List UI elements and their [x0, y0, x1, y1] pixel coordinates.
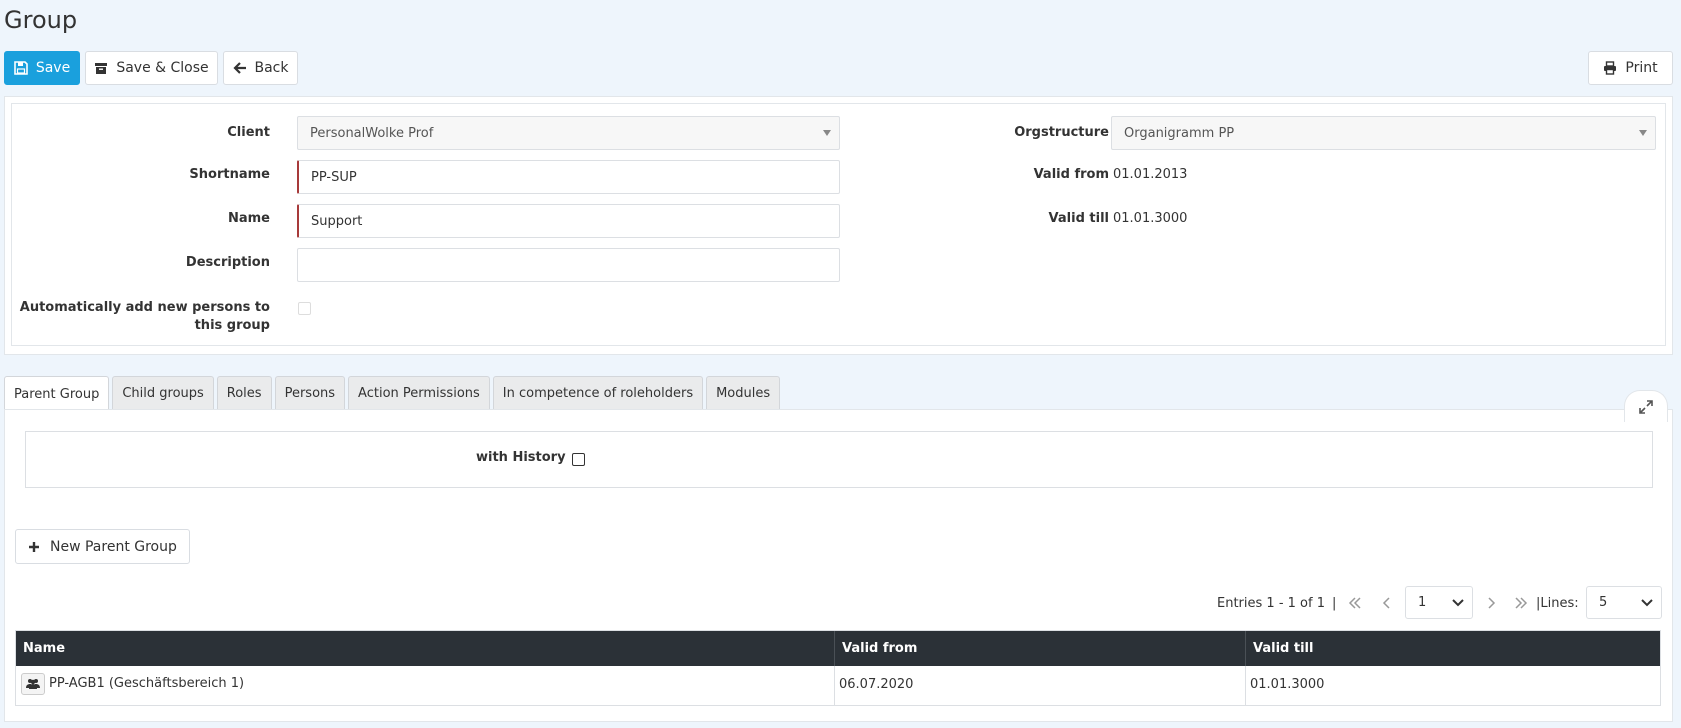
save-close-button-label: Save & Close [116, 60, 209, 76]
page-select-value: 1 [1418, 595, 1427, 610]
orgstructure-value: Organigramm PP [1124, 125, 1235, 141]
tab-child-groups[interactable]: Child groups [112, 376, 214, 410]
shortname-value: PP-SUP [311, 169, 357, 185]
chevron-down-icon [823, 130, 831, 136]
cell-valid-from: 06.07.2020 [835, 666, 1246, 705]
lines-label: |Lines: [1536, 596, 1579, 611]
lines-select-value: 5 [1599, 595, 1608, 610]
client-select[interactable]: PersonalWolke Prof [297, 116, 840, 150]
auto-add-checkbox[interactable] [298, 302, 311, 315]
tab-roles[interactable]: Roles [216, 376, 272, 410]
floppy-disk-icon [14, 61, 28, 75]
name-value: Support [311, 213, 363, 229]
with-history-label: with History [476, 450, 566, 465]
page-select[interactable]: 1 [1405, 586, 1473, 619]
with-history-checkbox[interactable] [572, 453, 585, 466]
back-button[interactable]: Back [223, 51, 298, 85]
save-close-button[interactable]: Save & Close [85, 51, 218, 85]
tab-parent-group[interactable]: Parent Group [4, 376, 110, 411]
auto-add-label-line2: this group [194, 318, 270, 333]
table-header: Name Valid from Valid till [16, 631, 1660, 666]
tab-persons[interactable]: Persons [274, 376, 346, 410]
client-label: Client [227, 125, 270, 140]
tab-action-permissions[interactable]: Action Permissions [348, 376, 490, 410]
expand-button[interactable] [1624, 390, 1668, 422]
page-title: Group [4, 6, 78, 34]
orgstructure-label: Orgstructure [1014, 125, 1109, 140]
first-page-icon[interactable] [1347, 595, 1363, 611]
history-filter-box: with History [25, 431, 1653, 488]
arrow-left-icon [232, 62, 246, 74]
orgstructure-select[interactable]: Organigramm PP [1111, 116, 1656, 150]
group-form: Client PersonalWolke Prof Shortname PP-S… [11, 103, 1666, 346]
tab-in-competence[interactable]: In competence of roleholders [492, 376, 704, 410]
tab-modules[interactable]: Modules [706, 376, 781, 410]
valid-from-value: 01.01.2013 [1113, 167, 1188, 182]
cell-valid-till: 01.01.3000 [1250, 677, 1325, 692]
lines-select[interactable]: 5 [1586, 586, 1662, 619]
description-label: Description [185, 255, 270, 270]
name-label: Name [227, 211, 270, 226]
pager: Entries 1 - 1 of 1 | 1 |Lines: 5 [5, 586, 1672, 620]
column-header-valid-from[interactable]: Valid from [835, 631, 1246, 666]
auto-add-label: Automatically add new persons to this gr… [20, 299, 270, 335]
users-icon[interactable] [21, 673, 45, 695]
chevron-down-icon [1639, 130, 1647, 136]
save-button-label: Save [35, 60, 71, 76]
expand-icon [1639, 399, 1653, 414]
tab-bar: Parent Group Child groups Roles Persons … [4, 376, 781, 411]
back-button-label: Back [254, 60, 289, 76]
entries-text: Entries 1 - 1 of 1 [1217, 596, 1325, 611]
shortname-label: Shortname [189, 167, 270, 182]
pager-separator: | [1332, 596, 1337, 611]
client-value: PersonalWolke Prof [310, 125, 434, 141]
column-header-valid-till[interactable]: Valid till [1246, 631, 1660, 666]
archive-icon [95, 63, 108, 74]
valid-from-label: Valid from [1033, 167, 1109, 182]
last-page-icon[interactable] [1513, 595, 1529, 611]
chevron-down-icon [1452, 599, 1464, 607]
next-page-icon[interactable] [1483, 595, 1499, 611]
group-form-panel: Client PersonalWolke Prof Shortname PP-S… [4, 96, 1673, 355]
auto-add-label-line1: Automatically add new persons to [19, 300, 270, 315]
parent-group-table: Name Valid from Valid till PP-AGB1 (Gesc… [15, 630, 1661, 706]
name-field[interactable]: Support [297, 204, 840, 238]
prev-page-icon[interactable] [1379, 595, 1395, 611]
row-name: PP-AGB1 (Geschäftsbereich 1) [49, 676, 245, 691]
new-parent-group-label: New Parent Group [50, 538, 177, 555]
plus-icon [29, 541, 39, 552]
parent-group-panel: with History New Parent Group Entries 1 … [4, 390, 1673, 722]
print-button[interactable]: Print [1588, 51, 1673, 85]
column-header-name[interactable]: Name [16, 631, 835, 666]
chevron-down-icon [1641, 599, 1653, 607]
shortname-field[interactable]: PP-SUP [297, 160, 840, 194]
new-parent-group-button[interactable]: New Parent Group [15, 529, 190, 564]
cell-name: PP-AGB1 (Geschäftsbereich 1) [16, 666, 835, 705]
description-field[interactable] [297, 248, 840, 282]
save-button[interactable]: Save [4, 51, 80, 85]
table-row[interactable]: PP-AGB1 (Geschäftsbereich 1) 06.07.2020 … [16, 666, 1660, 705]
valid-till-value: 01.01.3000 [1113, 211, 1188, 226]
print-button-label: Print [1625, 60, 1658, 76]
print-icon [1604, 61, 1617, 75]
valid-till-label: Valid till [1048, 211, 1109, 226]
